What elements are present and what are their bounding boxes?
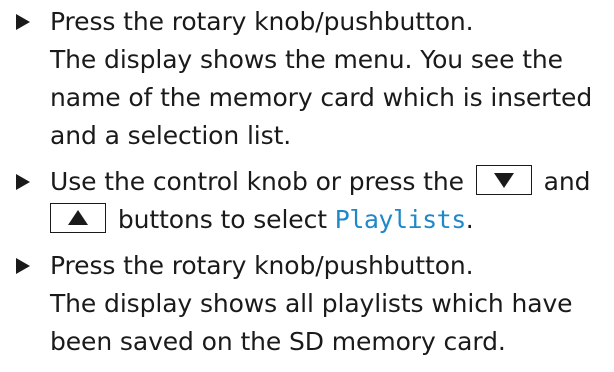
up-triangle-icon [68, 210, 88, 225]
step-arrow-icon [16, 174, 30, 190]
step-2-line-1: Use the control knob or press the and [50, 163, 614, 201]
step-2-line-2: buttons to select Playlists. [50, 201, 614, 239]
step-1-line-3: name of the memory card which is inserte… [50, 83, 593, 112]
instruction-steps: Press the rotary knob/pushbutton. The di… [16, 3, 614, 361]
step-1: Press the rotary knob/pushbutton. The di… [16, 3, 614, 155]
step-arrow-icon [16, 258, 30, 274]
step-2-text-and: and [543, 167, 591, 196]
step-3-line-1: Press the rotary knob/pushbutton. [50, 251, 474, 280]
step-1-line-1: Press the rotary knob/pushbutton. [50, 7, 474, 36]
step-2: Use the control knob or press the and bu… [16, 163, 614, 239]
step-3-line-3: been saved on the SD memory card. [50, 327, 506, 356]
step-3-line-2: The display shows all playlists which ha… [50, 289, 573, 318]
down-triangle-icon [493, 173, 514, 188]
step-arrow-icon [16, 14, 30, 30]
up-button-symbol [50, 203, 106, 233]
step-2-text-after: buttons to select [117, 205, 327, 234]
step-3: Press the rotary knob/pushbutton. The di… [16, 247, 614, 361]
down-button-symbol [475, 165, 532, 195]
step-1-line-2: The display shows the menu. You see the [50, 45, 563, 74]
step-2-end-punct: . [465, 205, 474, 234]
step-1-line-4: and a selection list. [50, 121, 292, 150]
step-2-text-before: Use the control knob or press the [50, 167, 464, 196]
playlists-display-text: Playlists [334, 205, 466, 234]
